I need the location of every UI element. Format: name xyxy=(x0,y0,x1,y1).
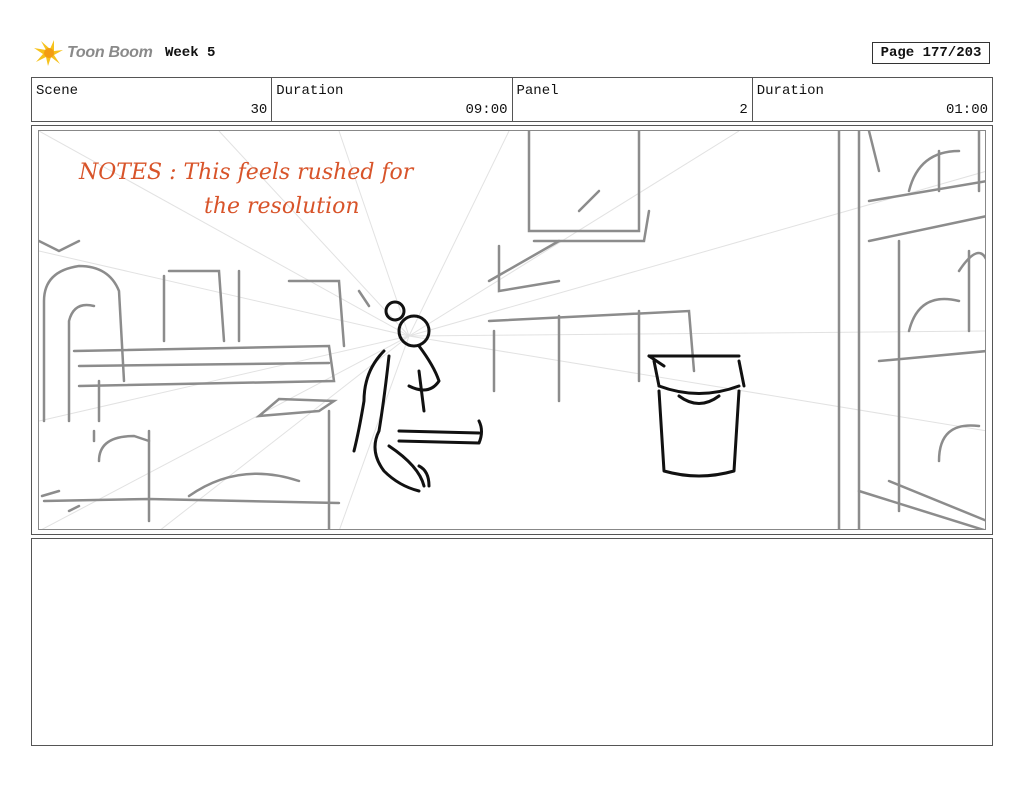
logo-burst-icon xyxy=(34,40,63,66)
panel-label: Panel xyxy=(516,83,559,99)
logo-text: Toon Boom xyxy=(67,44,153,61)
storyboard-panel: NOTES : This feels rushed for the resolu… xyxy=(31,125,993,535)
document-title: Week 5 xyxy=(165,45,216,61)
scene-cell: Scene 30 xyxy=(32,78,273,121)
scene-duration-cell: Duration 09:00 xyxy=(272,78,513,121)
scene-label: Scene xyxy=(36,83,79,99)
notes-line-1: NOTES : This feels rushed for xyxy=(79,160,414,185)
scene-duration-label: Duration xyxy=(276,83,344,99)
action-notes-area[interactable] xyxy=(31,538,993,746)
panel-duration-label: Duration xyxy=(756,83,824,99)
panel-info-table: Scene 30 Duration 09:00 Panel 2 Duration… xyxy=(31,77,993,122)
scene-value: 30 xyxy=(250,102,268,118)
toon-boom-logo: Toon Boom xyxy=(32,38,153,68)
panel-image-frame: NOTES : This feels rushed for the resolu… xyxy=(38,130,986,530)
scene-duration-value: 09:00 xyxy=(465,102,508,118)
bucket-sketch xyxy=(647,354,746,478)
page-number-box: Page 177/203 xyxy=(872,42,990,64)
notes-line-2: the resolution xyxy=(204,194,360,219)
panel-cell: Panel 2 xyxy=(513,78,753,121)
panel-duration-value: 01:00 xyxy=(945,102,988,118)
panel-notes: NOTES : This feels rushed for the resolu… xyxy=(79,156,413,224)
panel-value: 2 xyxy=(739,102,748,118)
panel-duration-cell: Duration 01:00 xyxy=(753,78,992,121)
